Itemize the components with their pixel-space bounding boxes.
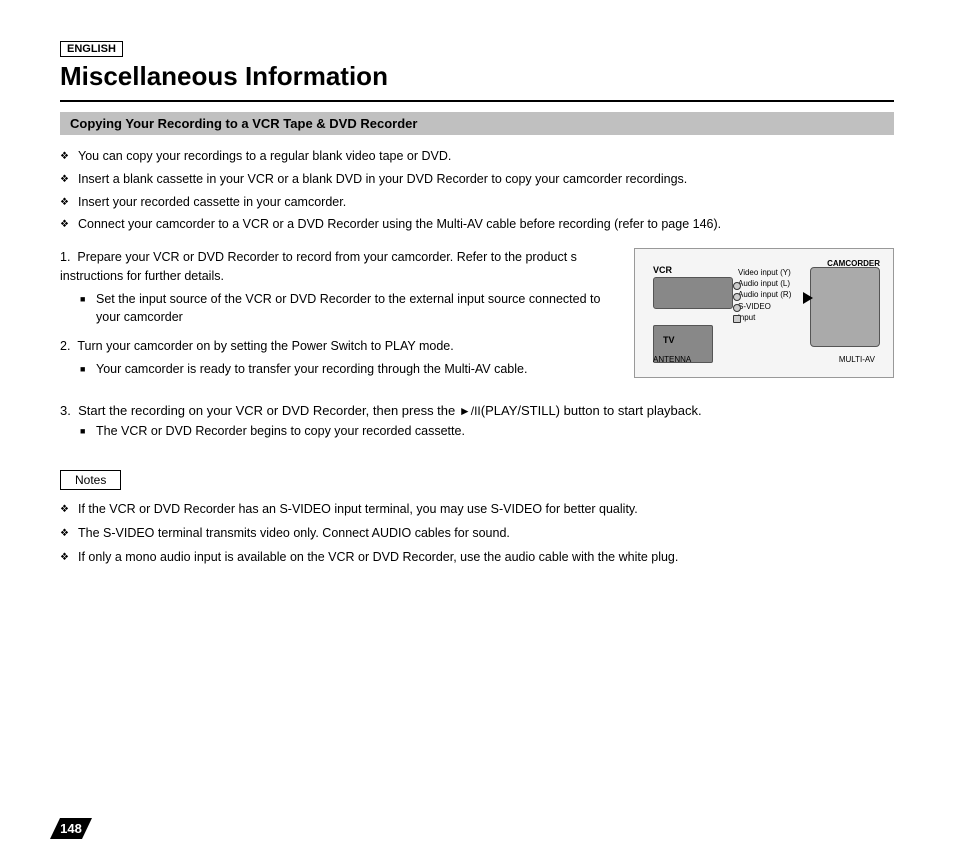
- conn-label-5: input: [738, 312, 791, 323]
- connector-3: [733, 304, 741, 312]
- bullet-1: You can copy your recordings to a regula…: [60, 147, 894, 166]
- steps-text: 1. Prepare your VCR or DVD Recorder to r…: [60, 248, 614, 389]
- camcorder-device: [810, 267, 880, 347]
- note-1: If the VCR or DVD Recorder has an S-VIDE…: [60, 500, 894, 519]
- connectors: [733, 282, 741, 323]
- vcr-label: VCR: [653, 265, 672, 275]
- note-2: The S-VIDEO terminal transmits video onl…: [60, 524, 894, 543]
- camcorder-arrow: [803, 292, 813, 304]
- page-number: 148: [50, 818, 92, 839]
- step2-sub-1: Your camcorder is ready to transfer your…: [80, 360, 614, 379]
- step3-sub: The VCR or DVD Recorder begins to copy y…: [80, 422, 894, 441]
- connector-labels: Video input (Y) Audio input (L) Audio in…: [738, 267, 791, 323]
- connector-4: [733, 315, 741, 323]
- steps-with-diagram: 1. Prepare your VCR or DVD Recorder to r…: [60, 248, 894, 389]
- numbered-steps: 1. Prepare your VCR or DVD Recorder to r…: [60, 248, 614, 379]
- conn-label-4: S-VIDEO: [738, 301, 791, 312]
- note-3: If only a mono audio input is available …: [60, 548, 894, 567]
- step-1: 1. Prepare your VCR or DVD Recorder to r…: [60, 248, 614, 327]
- english-badge: ENGLISH: [60, 41, 123, 57]
- tv-label: TV: [663, 335, 675, 345]
- step1-num: 1.: [60, 250, 70, 264]
- bullet-3: Insert your recorded cassette in your ca…: [60, 193, 894, 212]
- notes-section: Notes If the VCR or DVD Recorder has an …: [60, 470, 894, 566]
- notes-badge-container: Notes: [60, 470, 894, 500]
- step2-text: Turn your camcorder on by setting the Po…: [77, 339, 453, 353]
- page: ENGLISH Miscellaneous Information Copyin…: [0, 0, 954, 859]
- step3-sub-1: The VCR or DVD Recorder begins to copy y…: [80, 422, 894, 441]
- step2-sub: Your camcorder is ready to transfer your…: [80, 360, 614, 379]
- diagram-inner: VCR TV CAMCORDER Video input (Y) Audio i…: [643, 257, 885, 369]
- conn-label-2: Audio input (L): [738, 278, 791, 289]
- step1-sub-1: Set the input source of the VCR or DVD R…: [80, 290, 614, 328]
- multiav-label: MULTI-AV: [839, 355, 875, 364]
- step3-text: 3. Start the recording on your VCR or DV…: [60, 403, 894, 418]
- intro-bullets: You can copy your recordings to a regula…: [60, 147, 894, 234]
- page-number-container: 148: [50, 818, 92, 839]
- conn-label-1: Video input (Y): [738, 267, 791, 278]
- step-2: 2. Turn your camcorder on by setting the…: [60, 337, 614, 379]
- bullet-4: Connect your camcorder to a VCR or a DVD…: [60, 215, 894, 234]
- page-title: Miscellaneous Information: [60, 61, 894, 102]
- lang-badge-container: ENGLISH: [60, 40, 894, 61]
- connector-2: [733, 293, 741, 301]
- connector-1: [733, 282, 741, 290]
- bullet-2: Insert a blank cassette in your VCR or a…: [60, 170, 894, 189]
- notes-list: If the VCR or DVD Recorder has an S-VIDE…: [60, 500, 894, 566]
- conn-label-3: Audio input (R): [738, 289, 791, 300]
- step3-num: 3.: [60, 403, 71, 418]
- vcr-device: [653, 277, 733, 309]
- connection-diagram: VCR TV CAMCORDER Video input (Y) Audio i…: [634, 248, 894, 378]
- antenna-label: ANTENNA: [653, 355, 691, 364]
- step3-text-middle: (PLAY/STILL) button to start playback.: [481, 403, 702, 418]
- notes-badge: Notes: [60, 470, 121, 490]
- step3-text-before: Start the recording on your VCR or DVD R…: [78, 403, 459, 418]
- step3-container: 3. Start the recording on your VCR or DV…: [60, 403, 894, 441]
- step1-sub: Set the input source of the VCR or DVD R…: [80, 290, 614, 328]
- play-still-icon: ►/II: [459, 404, 481, 418]
- section-header: Copying Your Recording to a VCR Tape & D…: [60, 112, 894, 135]
- step2-num: 2.: [60, 339, 70, 353]
- step1-text: Prepare your VCR or DVD Recorder to reco…: [60, 250, 577, 283]
